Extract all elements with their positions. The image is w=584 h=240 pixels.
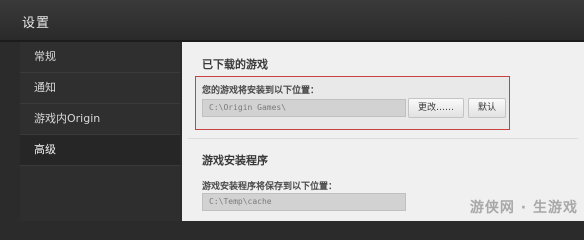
title-bar: 设置 bbox=[0, 0, 584, 40]
install-location-label: 您的游戏将安装到以下位置： bbox=[202, 86, 320, 96]
settings-content: 已下载的游戏 您的游戏将安装到以下位置： C:\Origin Games\ 更改… bbox=[182, 42, 584, 221]
sidebar: 常规 通知 游戏内Origin 高级 bbox=[20, 42, 180, 221]
installer-path-field[interactable]: C:\Temp\cache bbox=[202, 193, 406, 211]
install-path-field[interactable]: C:\Origin Games\ bbox=[202, 99, 406, 117]
install-location-highlight: 您的游戏将安装到以下位置： C:\Origin Games\ 更改…… 默认 bbox=[195, 76, 510, 130]
downloaded-games-title: 已下载的游戏 bbox=[202, 58, 268, 71]
change-location-button[interactable]: 更改…… bbox=[408, 98, 464, 118]
sidebar-item-general[interactable]: 常规 bbox=[20, 42, 180, 73]
sidebar-item-in-game-origin[interactable]: 游戏内Origin bbox=[20, 104, 180, 135]
watermark-logo: 游侠网 · 生游戏 bbox=[469, 200, 578, 216]
sidebar-item-notifications[interactable]: 通知 bbox=[20, 73, 180, 104]
default-location-button[interactable]: 默认 bbox=[468, 98, 506, 118]
section-divider bbox=[188, 138, 578, 139]
installer-location-label: 游戏安装程序将保存到以下位置： bbox=[202, 182, 338, 192]
sidebar-item-advanced[interactable]: 高级 bbox=[20, 135, 180, 166]
installers-title: 游戏安装程序 bbox=[202, 154, 268, 167]
window-title: 设置 bbox=[22, 16, 51, 31]
